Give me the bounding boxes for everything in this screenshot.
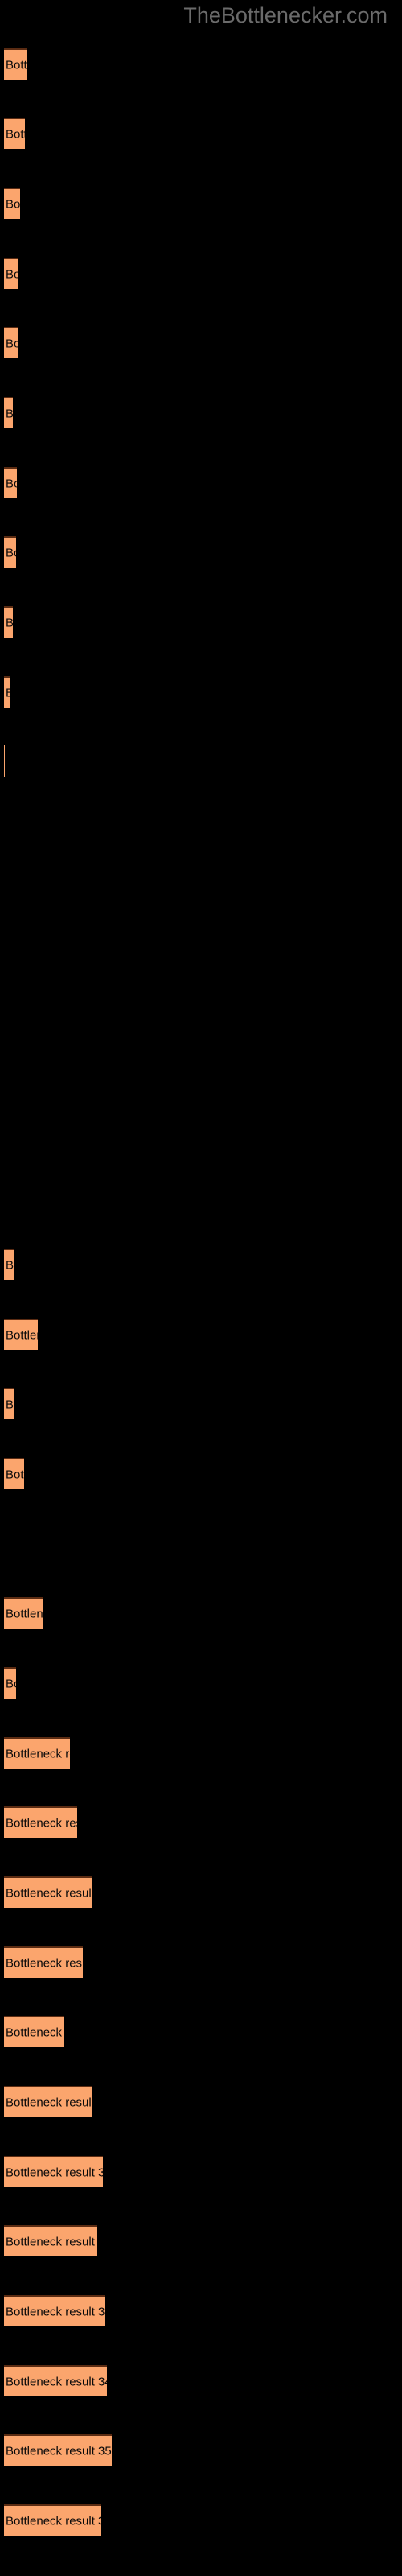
bar-24[interactable]: Bottleneck result 24 (4, 1667, 16, 1699)
bar-label: Bottleneck result 5 (6, 336, 18, 350)
bar-6[interactable]: Bottleneck result 6 (4, 397, 13, 428)
bar-label: Bottleneck result 25 (6, 1747, 70, 1761)
bar-26[interactable]: Bottleneck result 26 (4, 1806, 77, 1838)
bar-21[interactable]: Bottleneck result 21 (4, 1458, 24, 1489)
bar-label: Bottleneck result 29 (6, 2025, 64, 2039)
bar-label: Bottleneck result 21 (6, 1468, 24, 1481)
bar-label: Bottleneck result 32 (6, 2235, 97, 2248)
bar-label: Bottleneck result 27 (6, 1886, 92, 1900)
bar-10[interactable]: Bottleneck result 10 (4, 676, 10, 708)
bar-label: Bottleneck result 23 (6, 1607, 43, 1620)
bar-label: Bottleneck result 31 (6, 2165, 103, 2179)
bar-19[interactable]: Bottleneck result 19 (4, 1319, 38, 1350)
bar-11[interactable]: Bottleneck result 11 (4, 745, 5, 777)
bar-label: Bottleneck result 30 (6, 2095, 92, 2109)
chart-root: TheBottlenecker.com Bottleneck result 1B… (0, 0, 402, 2576)
bar-29[interactable]: Bottleneck result 29 (4, 2016, 64, 2047)
bar-label: Bottleneck result 8 (6, 546, 16, 559)
bar-label: Bottleneck result 2 (6, 127, 25, 141)
bar-label: Bottleneck result 7 (6, 477, 17, 490)
bar-label: Bottleneck result 34 (6, 2375, 107, 2388)
bar-label: Bottleneck result 24 (6, 1677, 16, 1690)
bar-20[interactable]: Bottleneck result 20 (4, 1388, 14, 1419)
bar-1[interactable]: Bottleneck result 1 (4, 48, 27, 80)
bar-label: Bottleneck result 35 (6, 2444, 112, 2458)
bar-label: Bottleneck result 20 (6, 1397, 14, 1411)
bar-18[interactable]: Bottleneck result 18 (4, 1249, 14, 1280)
bar-label: Bottleneck result 19 (6, 1328, 38, 1342)
bar-label: Bottleneck result 4 (6, 267, 18, 281)
bar-31[interactable]: Bottleneck result 31 (4, 2156, 103, 2187)
bar-label: Bottleneck result 9 (6, 616, 13, 630)
bar-30[interactable]: Bottleneck result 30 (4, 2086, 92, 2117)
bar-label: Bottleneck result 26 (6, 1816, 77, 1830)
bar-label: Bottleneck result 3 (6, 197, 20, 211)
bar-label: Bottleneck result 33 (6, 2305, 105, 2318)
bar-chart-plot-area: Bottleneck result 1 Bottleneck result 2 Bo… (0, 0, 402, 2576)
bar-23[interactable]: Bottleneck result 23 (4, 1597, 43, 1629)
bar-35[interactable]: Bottleneck result 35 (4, 2434, 112, 2466)
bar-5[interactable]: Bottleneck result 5 (4, 327, 18, 358)
bar-label: Bottleneck result 28 (6, 1956, 83, 1970)
bar-34[interactable]: Bottleneck result 34 (4, 2365, 107, 2396)
bar-33[interactable]: Bottleneck result 33 (4, 2295, 105, 2326)
bar-28[interactable]: Bottleneck result 28 (4, 1946, 83, 1978)
bar-32[interactable]: Bottleneck result 32 (4, 2225, 97, 2256)
bar-36[interactable]: Bottleneck result 36 (4, 2504, 100, 2536)
bar-8[interactable]: Bottleneck result 8 (4, 536, 16, 568)
bar-3[interactable]: Bottleneck result 3 (4, 188, 20, 219)
bar-27[interactable]: Bottleneck result 27 (4, 1876, 92, 1908)
bar-label: Bottleneck result 18 (6, 1258, 14, 1272)
bar-4[interactable]: Bottleneck result 4 (4, 258, 18, 289)
bar-7[interactable]: Bottleneck result 7 (4, 467, 17, 498)
bar-label: Bottleneck result 10 (6, 686, 10, 700)
bar-label: Bottleneck result 6 (6, 407, 13, 420)
bar-label: Bottleneck result 1 (6, 58, 27, 72)
bar-25[interactable]: Bottleneck result 25 (4, 1737, 70, 1769)
bar-2[interactable]: Bottleneck result 2 (4, 118, 25, 149)
bar-9[interactable]: Bottleneck result 9 (4, 606, 13, 638)
bar-label: Bottleneck result 36 (6, 2514, 100, 2528)
